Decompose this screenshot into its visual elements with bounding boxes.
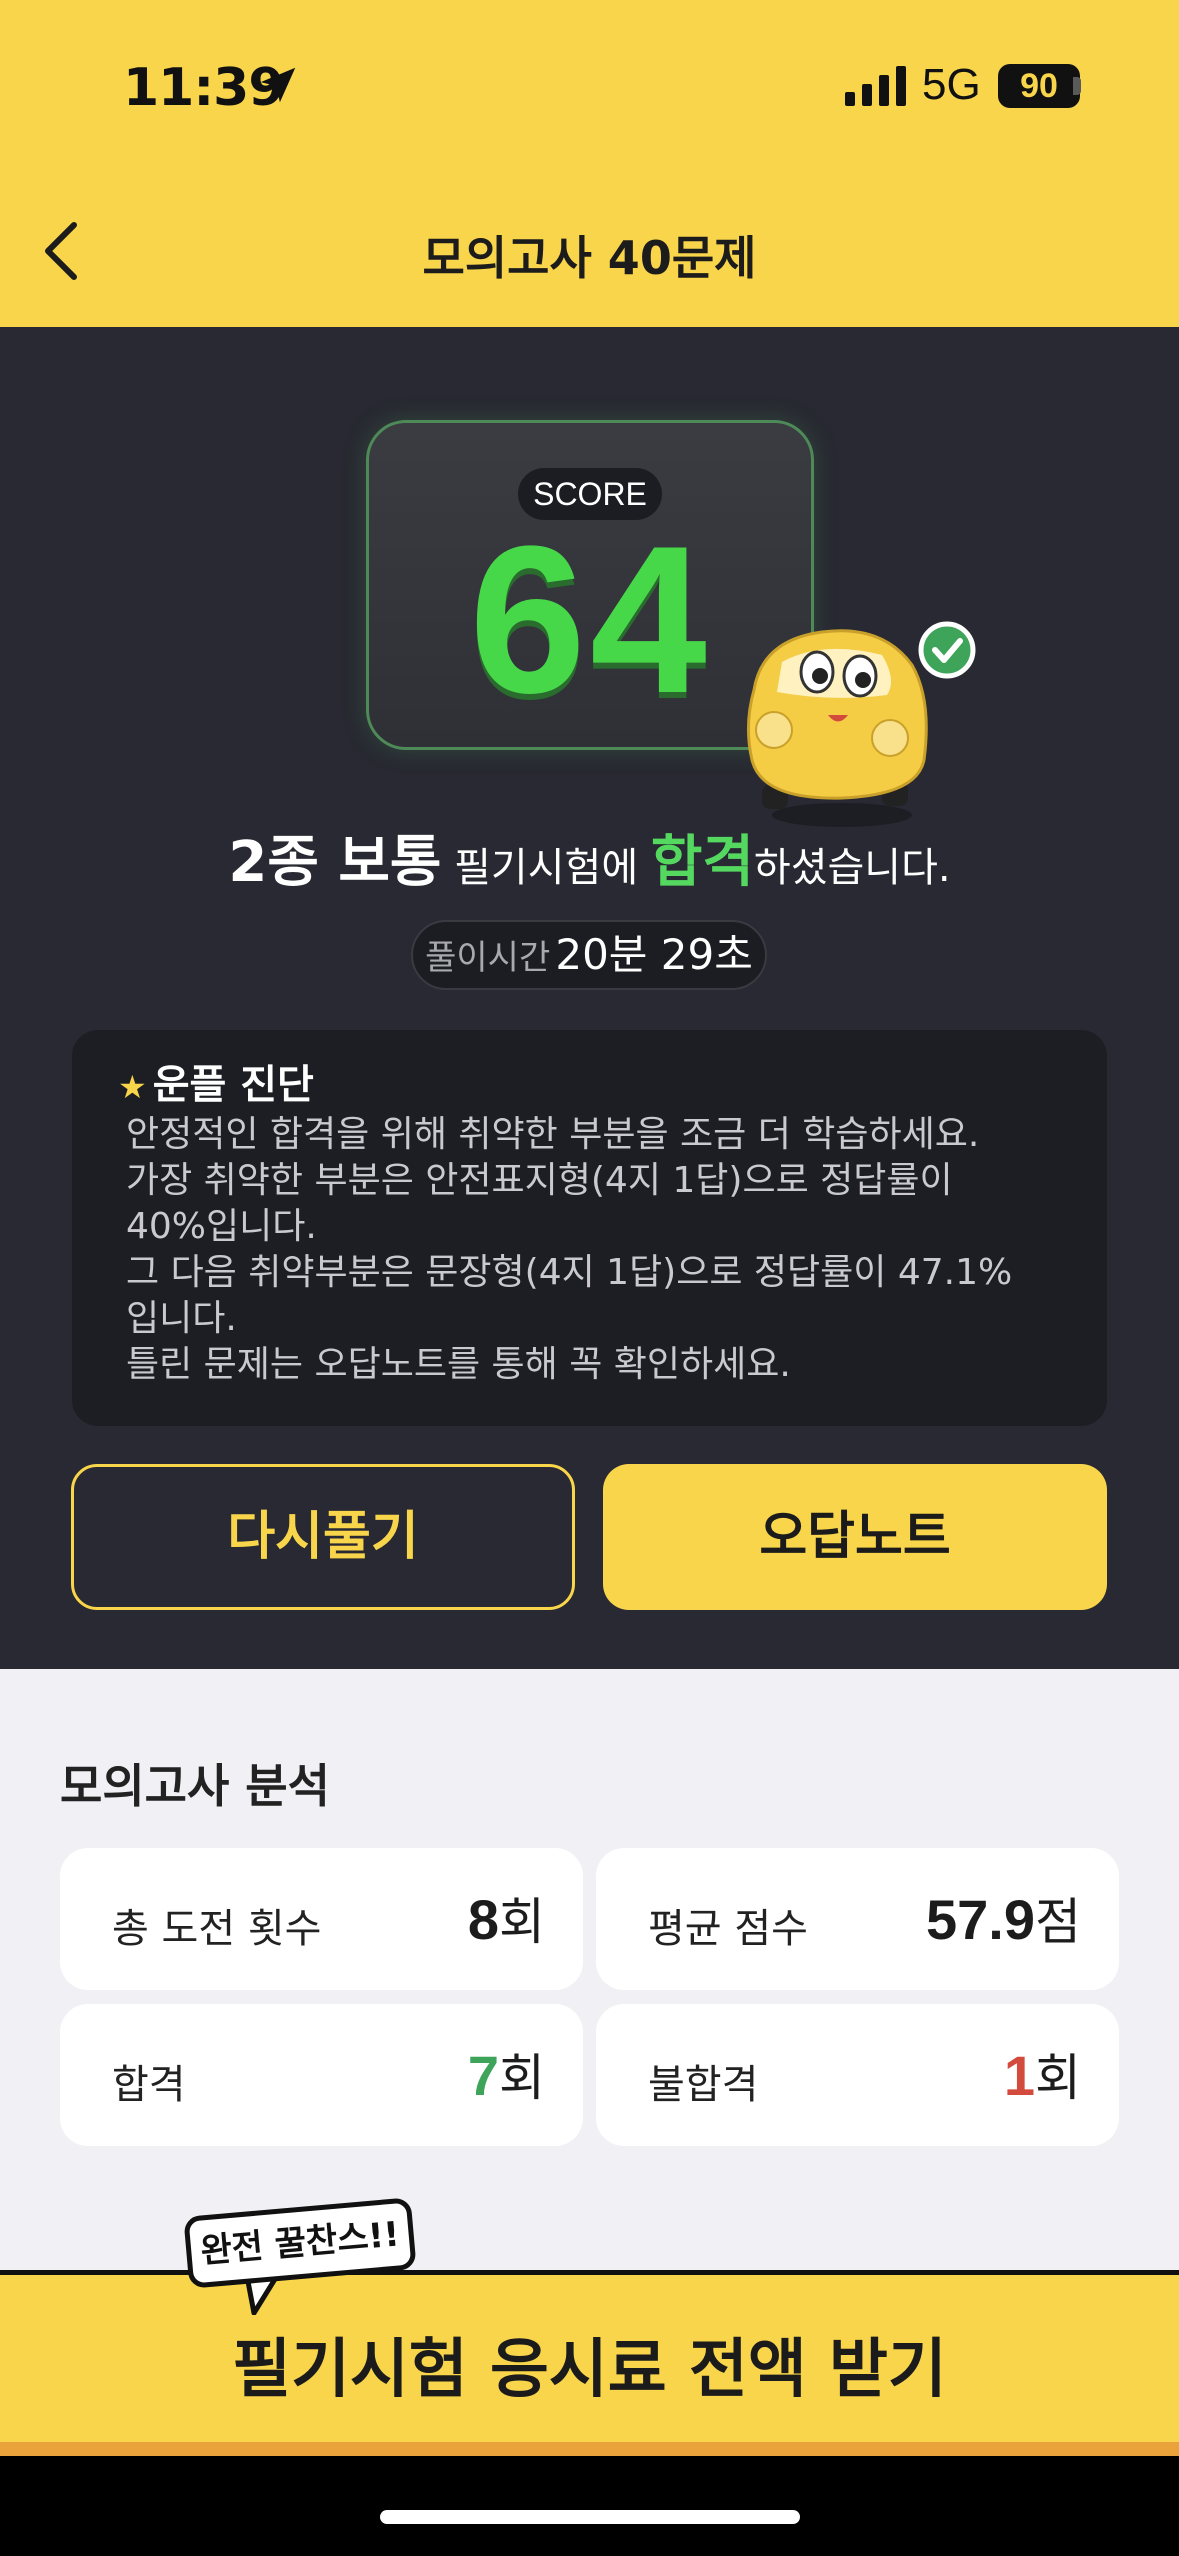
diagnosis-line: 그 다음 취약부분은 문장형(4지 1답)으로 정답률이 47.1% xyxy=(126,1252,1013,1293)
car-mascot-icon xyxy=(746,621,976,827)
result-message: 2종 보통 필기시험에 합격하셨습니다. xyxy=(0,817,1179,898)
stat-total-attempts: 총 도전 횟수 8회 xyxy=(60,1848,583,1990)
result-text: 필기시험에 xyxy=(441,845,651,891)
stat-value: 1회 xyxy=(1004,2038,1081,2110)
stat-label: 총 도전 횟수 xyxy=(112,1906,322,1952)
home-indicator[interactable] xyxy=(380,2510,800,2524)
page-title: 모의고사 40문제 xyxy=(422,231,757,285)
result-section: SCORE 64 2종 보통 필기시험에 합격하셨습니다. 풀이시간 20분 2… xyxy=(0,327,1179,1669)
stat-number: 8 xyxy=(467,1888,499,1951)
pass-label: 합격 xyxy=(650,830,754,895)
diagnosis-line: 입니다. xyxy=(126,1298,237,1339)
banner-stripe xyxy=(0,2442,1179,2456)
diagnosis-line: 틀린 문제는 오답노트를 통해 꼭 확인하세요. xyxy=(126,1344,791,1385)
location-arrow-icon xyxy=(260,67,296,103)
network-type: 5G xyxy=(922,60,981,109)
wrong-answer-note-button[interactable]: 오답노트 xyxy=(603,1464,1107,1610)
stat-number: 7 xyxy=(467,2044,499,2107)
diagnosis-line: 가장 취약한 부분은 안전표지형(4지 1답)으로 정답률이 xyxy=(126,1160,953,1201)
stat-label: 평균 점수 xyxy=(648,1906,808,1952)
diagnosis-line: 안정적인 합격을 위해 취약한 부분을 조금 더 학습하세요. xyxy=(126,1114,980,1155)
license-type: 2종 보통 xyxy=(228,830,442,895)
diagnosis-body: 안정적인 합격을 위해 취약한 부분을 조금 더 학습하세요. 가장 취약한 부… xyxy=(126,1112,1026,1388)
stat-unit: 회 xyxy=(499,1893,545,1951)
battery-tip xyxy=(1073,77,1081,95)
diagnosis-title: ★ 운플 진단 xyxy=(118,1052,314,1110)
stat-fail-count: 불합격 1회 xyxy=(596,2004,1119,2146)
stat-number: 57.9 xyxy=(926,1888,1035,1951)
cellular-signal-icon xyxy=(845,66,906,106)
battery-icon: 90 xyxy=(998,64,1080,108)
result-text-end: 하셨습니다. xyxy=(753,845,951,891)
stat-value: 8회 xyxy=(468,1882,545,1954)
solve-time-label: 풀이시간 xyxy=(425,938,551,978)
stat-pass-count: 합격 7회 xyxy=(60,2004,583,2146)
stat-unit: 회 xyxy=(1035,2049,1081,2107)
home-indicator-area xyxy=(0,2456,1179,2556)
star-icon: ★ xyxy=(118,1068,147,1106)
stat-value: 57.9점 xyxy=(926,1882,1081,1954)
retry-button[interactable]: 다시풀기 xyxy=(71,1464,575,1610)
stat-unit: 회 xyxy=(499,2049,545,2107)
stat-label: 합격 xyxy=(112,2062,186,2108)
stat-average-score: 평균 점수 57.9점 xyxy=(596,1848,1119,1990)
diagnosis-line: 40%입니다. xyxy=(126,1206,317,1247)
stat-unit: 점 xyxy=(1035,1893,1081,1951)
promo-banner-text[interactable]: 필기시험 응시료 전액 받기 xyxy=(0,2318,1179,2410)
stat-value: 7회 xyxy=(468,2038,545,2110)
solve-time-badge: 풀이시간 20분 29초 xyxy=(411,920,767,990)
stat-label: 불합격 xyxy=(648,2062,759,2108)
solve-time-value: 20분 29초 xyxy=(555,930,753,979)
analysis-title: 모의고사 분석 xyxy=(60,1759,330,1813)
stat-number: 1 xyxy=(1003,2044,1035,2107)
diagnosis-title-text: 운플 진단 xyxy=(152,1062,314,1108)
